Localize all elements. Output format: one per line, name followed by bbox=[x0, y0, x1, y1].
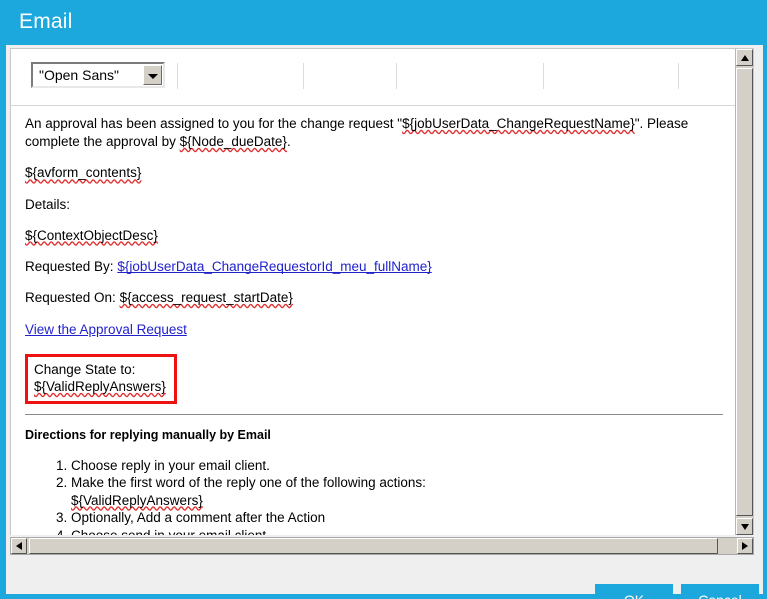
approval-text-a: An approval has been assigned to you for… bbox=[25, 116, 403, 131]
horizontal-scroll-thumb[interactable] bbox=[29, 538, 718, 554]
scroll-up-button[interactable] bbox=[736, 49, 753, 66]
font-family-select[interactable]: "Open Sans" bbox=[31, 62, 165, 88]
step-2-variable: ${ValidReplyAnswers} bbox=[71, 492, 203, 508]
valid-reply-answers-variable: ${ValidReplyAnswers} bbox=[34, 379, 166, 395]
font-family-value: "Open Sans" bbox=[39, 67, 119, 83]
chevron-down-icon[interactable] bbox=[143, 65, 162, 85]
ok-button[interactable]: OK bbox=[595, 584, 673, 599]
scroll-left-button[interactable] bbox=[11, 538, 27, 554]
step-1-text: Choose reply in your email client. bbox=[71, 457, 270, 473]
paragraph-context-object: ${ContextObjectDesc} bbox=[25, 227, 723, 245]
change-state-highlight-box: Change State to: ${ValidReplyAnswers} bbox=[25, 353, 177, 404]
chevron-down-icon bbox=[741, 524, 749, 530]
requestor-fullname-variable-link[interactable]: ${jobUserData_ChangeRequestorId_meu_full… bbox=[117, 259, 431, 274]
content-divider bbox=[25, 413, 723, 415]
toolbar-separator bbox=[396, 63, 397, 89]
change-request-name-variable: ${jobUserData_ChangeRequestName} bbox=[402, 116, 635, 131]
list-item: Optionally, Add a comment after the Acti… bbox=[71, 509, 723, 527]
scroll-right-button[interactable] bbox=[737, 538, 753, 554]
list-item: Choose reply in your email client. bbox=[71, 457, 723, 475]
directions-step-list: Choose reply in your email client. Make … bbox=[25, 457, 723, 535]
title-bar: Email bbox=[0, 0, 767, 45]
toolbar-separator bbox=[678, 63, 679, 89]
paragraph-requested-on: Requested On: ${access_request_startDate… bbox=[25, 289, 723, 307]
chevron-left-icon bbox=[16, 542, 22, 550]
cancel-button[interactable]: Cancel bbox=[681, 584, 759, 599]
paragraph-view-link: View the Approval Request bbox=[25, 321, 723, 339]
list-item: Choose send in your email client bbox=[71, 527, 723, 535]
toolbar-separator bbox=[543, 63, 544, 89]
dialog-footer: OK Cancel bbox=[6, 558, 763, 599]
view-approval-request-link[interactable]: View the Approval Request bbox=[25, 322, 187, 337]
chevron-up-icon bbox=[741, 55, 749, 61]
avform-contents-variable: ${avform_contents} bbox=[25, 165, 142, 181]
context-object-desc-variable: ${ContextObjectDesc} bbox=[25, 227, 158, 243]
toolbar-separator bbox=[303, 63, 304, 89]
editor-toolbar: "Open Sans" B I U T▲ T▼ bbox=[11, 49, 737, 145]
dialog-body: "Open Sans" B I U T▲ T▼ bbox=[6, 45, 763, 599]
scroll-down-button[interactable] bbox=[736, 518, 753, 535]
chevron-right-icon bbox=[742, 542, 748, 550]
paragraph-avform: ${avform_contents} bbox=[25, 164, 723, 182]
step-4-text: Choose send in your email client bbox=[71, 528, 266, 535]
editor-vertical-scrollbar[interactable] bbox=[735, 49, 753, 535]
requested-by-label: Requested By: bbox=[25, 259, 118, 275]
paragraph-requested-by: Requested By: ${jobUserData_ChangeReques… bbox=[25, 258, 723, 276]
change-state-label: Change State to: bbox=[34, 361, 136, 377]
page-title: Email bbox=[19, 10, 73, 33]
email-body-content[interactable]: An approval has been assigned to you for… bbox=[11, 107, 737, 535]
step-3-text: Optionally, Add a comment after the Acti… bbox=[71, 510, 326, 526]
request-startdate-variable: ${access_request_startDate} bbox=[119, 290, 293, 306]
list-item: Make the first word of the reply one of … bbox=[71, 474, 723, 509]
step-2-text: Make the first word of the reply one of … bbox=[71, 475, 426, 491]
vertical-scroll-thumb[interactable] bbox=[736, 68, 753, 516]
toolbar-separator bbox=[177, 63, 178, 89]
directions-heading: Directions for replying manually by Emai… bbox=[25, 427, 271, 442]
requested-on-label: Requested On: bbox=[25, 290, 120, 306]
editor-horizontal-scrollbar[interactable] bbox=[10, 537, 754, 555]
approval-text-c: . bbox=[286, 134, 291, 150]
due-date-variable: ${Node_dueDate} bbox=[179, 134, 287, 150]
email-dialog-window: Email "Open Sans" B I U bbox=[0, 0, 767, 599]
paragraph-approval: An approval has been assigned to you for… bbox=[25, 115, 723, 151]
paragraph-details-label: Details: bbox=[25, 196, 71, 212]
frame-right-edge bbox=[763, 45, 767, 599]
rich-text-editor: "Open Sans" B I U T▲ T▼ bbox=[10, 48, 754, 535]
